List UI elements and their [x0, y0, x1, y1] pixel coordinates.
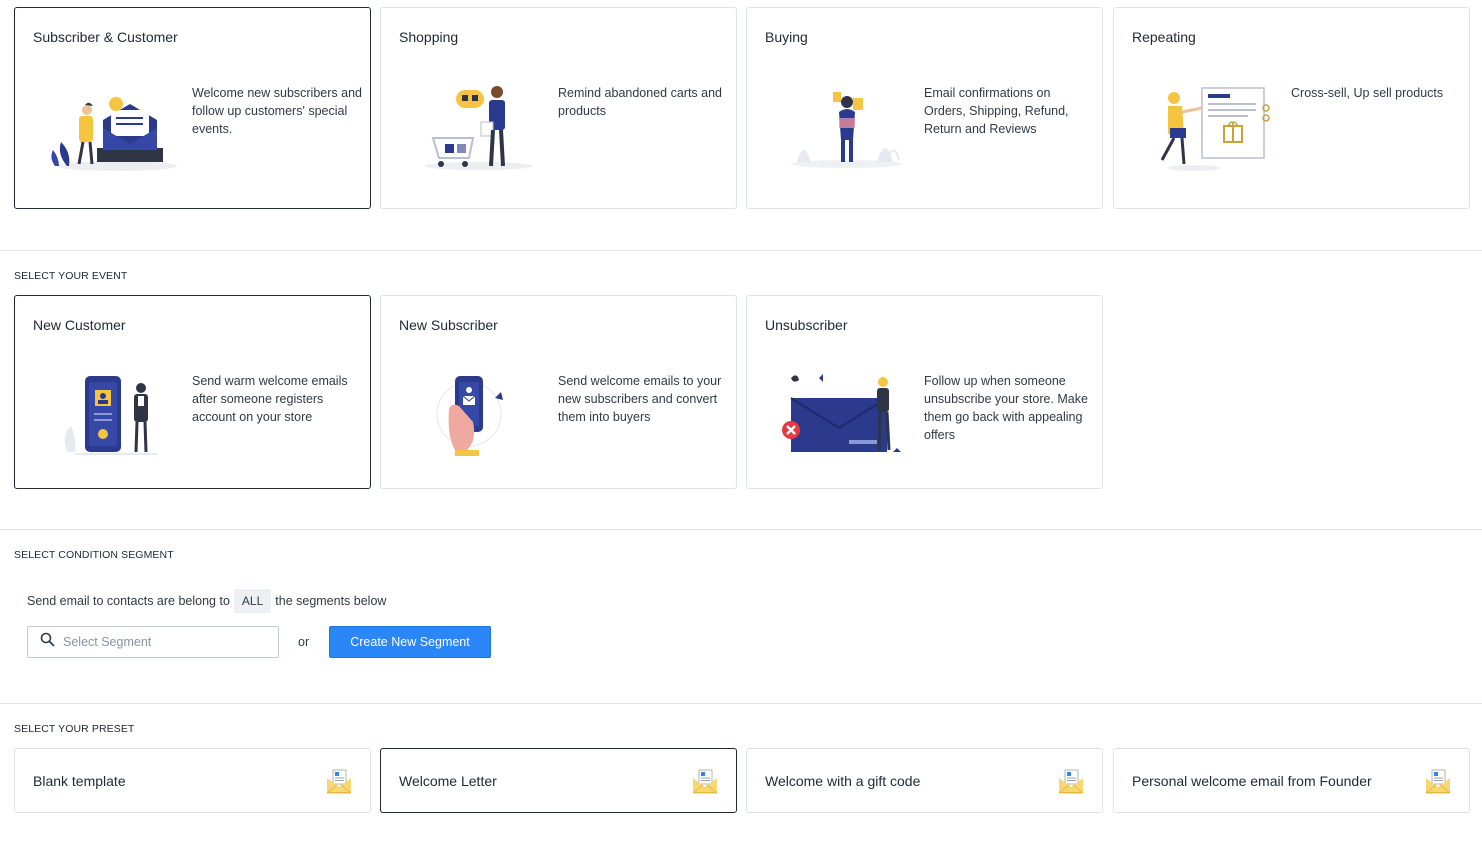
event-description: Send warm welcome emails after someone r… — [192, 374, 348, 424]
category-description: Cross-sell, Up sell products — [1291, 86, 1444, 100]
preset-card-blank-template[interactable]: Blank template — [14, 748, 371, 813]
category-card-repeating[interactable]: Repeating Cross-sell, Up sell products — [1113, 7, 1470, 209]
event-card-new-customer[interactable]: New Customer Send warm welcome emails af… — [14, 295, 371, 489]
envelope-letter-icon — [1056, 766, 1086, 796]
divider — [0, 250, 1482, 251]
category-description: Welcome new subscribers and follow up cu… — [192, 86, 362, 136]
segment-search-input[interactable] — [63, 635, 263, 649]
envelope-letter-icon — [1423, 766, 1453, 796]
section-label-preset: SELECT YOUR PRESET — [14, 723, 135, 735]
category-card-subscriber-customer[interactable]: Subscriber & Customer Welcome new subscr… — [14, 7, 371, 209]
segment-search-field[interactable] — [27, 626, 279, 658]
preset-label: Welcome with a gift code — [765, 773, 921, 789]
preset-card-welcome-gift-code[interactable]: Welcome with a gift code — [746, 748, 1103, 813]
or-text: or — [298, 635, 310, 649]
divider — [0, 529, 1482, 530]
category-title: Subscriber & Customer — [33, 29, 178, 45]
envelope-letter-icon — [690, 766, 720, 796]
category-card-shopping[interactable]: Shopping Remind abandoned carts and prod… — [380, 7, 737, 209]
segment-match-selector[interactable]: ALL — [233, 589, 272, 613]
repeating-illustration — [1144, 78, 1279, 178]
category-title: Shopping — [399, 29, 459, 45]
shopping-illustration — [411, 78, 546, 178]
preset-label: Welcome Letter — [399, 773, 497, 789]
event-title: Unsubscriber — [765, 317, 848, 333]
event-description: Send welcome emails to your new subscrib… — [558, 374, 722, 424]
category-title: Buying — [765, 29, 808, 45]
segment-text-before: Send email to contacts are belong to — [27, 594, 230, 608]
category-description: Email confirmations on Orders, Shipping,… — [924, 86, 1069, 136]
preset-label: Personal welcome email from Founder — [1132, 773, 1372, 789]
category-card-buying[interactable]: Buying Email confirmations on Orders, Sh… — [746, 7, 1103, 209]
segment-condition-sentence: Send email to contacts are belong to ALL… — [27, 589, 387, 613]
new-subscriber-illustration — [411, 366, 546, 466]
preset-label: Blank template — [33, 773, 126, 789]
event-title: New Customer — [33, 317, 126, 333]
event-title: New Subscriber — [399, 317, 498, 333]
event-card-unsubscriber[interactable]: Unsubscriber Follow up when someone unsu… — [746, 295, 1103, 489]
buying-illustration — [777, 78, 912, 178]
section-label-condition: SELECT CONDITION SEGMENT — [14, 549, 174, 561]
create-new-segment-button[interactable]: Create New Segment — [329, 626, 491, 658]
segment-text-after: the segments below — [275, 594, 387, 608]
section-label-event: SELECT YOUR EVENT — [14, 270, 128, 282]
category-title: Repeating — [1132, 29, 1196, 45]
unsubscriber-illustration — [777, 366, 912, 466]
search-icon — [40, 632, 55, 652]
subscriber-customer-illustration — [45, 78, 180, 178]
new-customer-illustration — [45, 366, 180, 466]
divider — [0, 703, 1482, 704]
preset-card-personal-welcome-founder[interactable]: Personal welcome email from Founder — [1113, 748, 1470, 813]
preset-card-welcome-letter[interactable]: Welcome Letter — [380, 748, 737, 813]
event-description: Follow up when someone unsubscribe your … — [924, 374, 1088, 442]
event-card-new-subscriber[interactable]: New Subscriber Send welcome emails to yo… — [380, 295, 737, 489]
envelope-letter-icon — [324, 766, 354, 796]
category-description: Remind abandoned carts and products — [558, 86, 723, 118]
